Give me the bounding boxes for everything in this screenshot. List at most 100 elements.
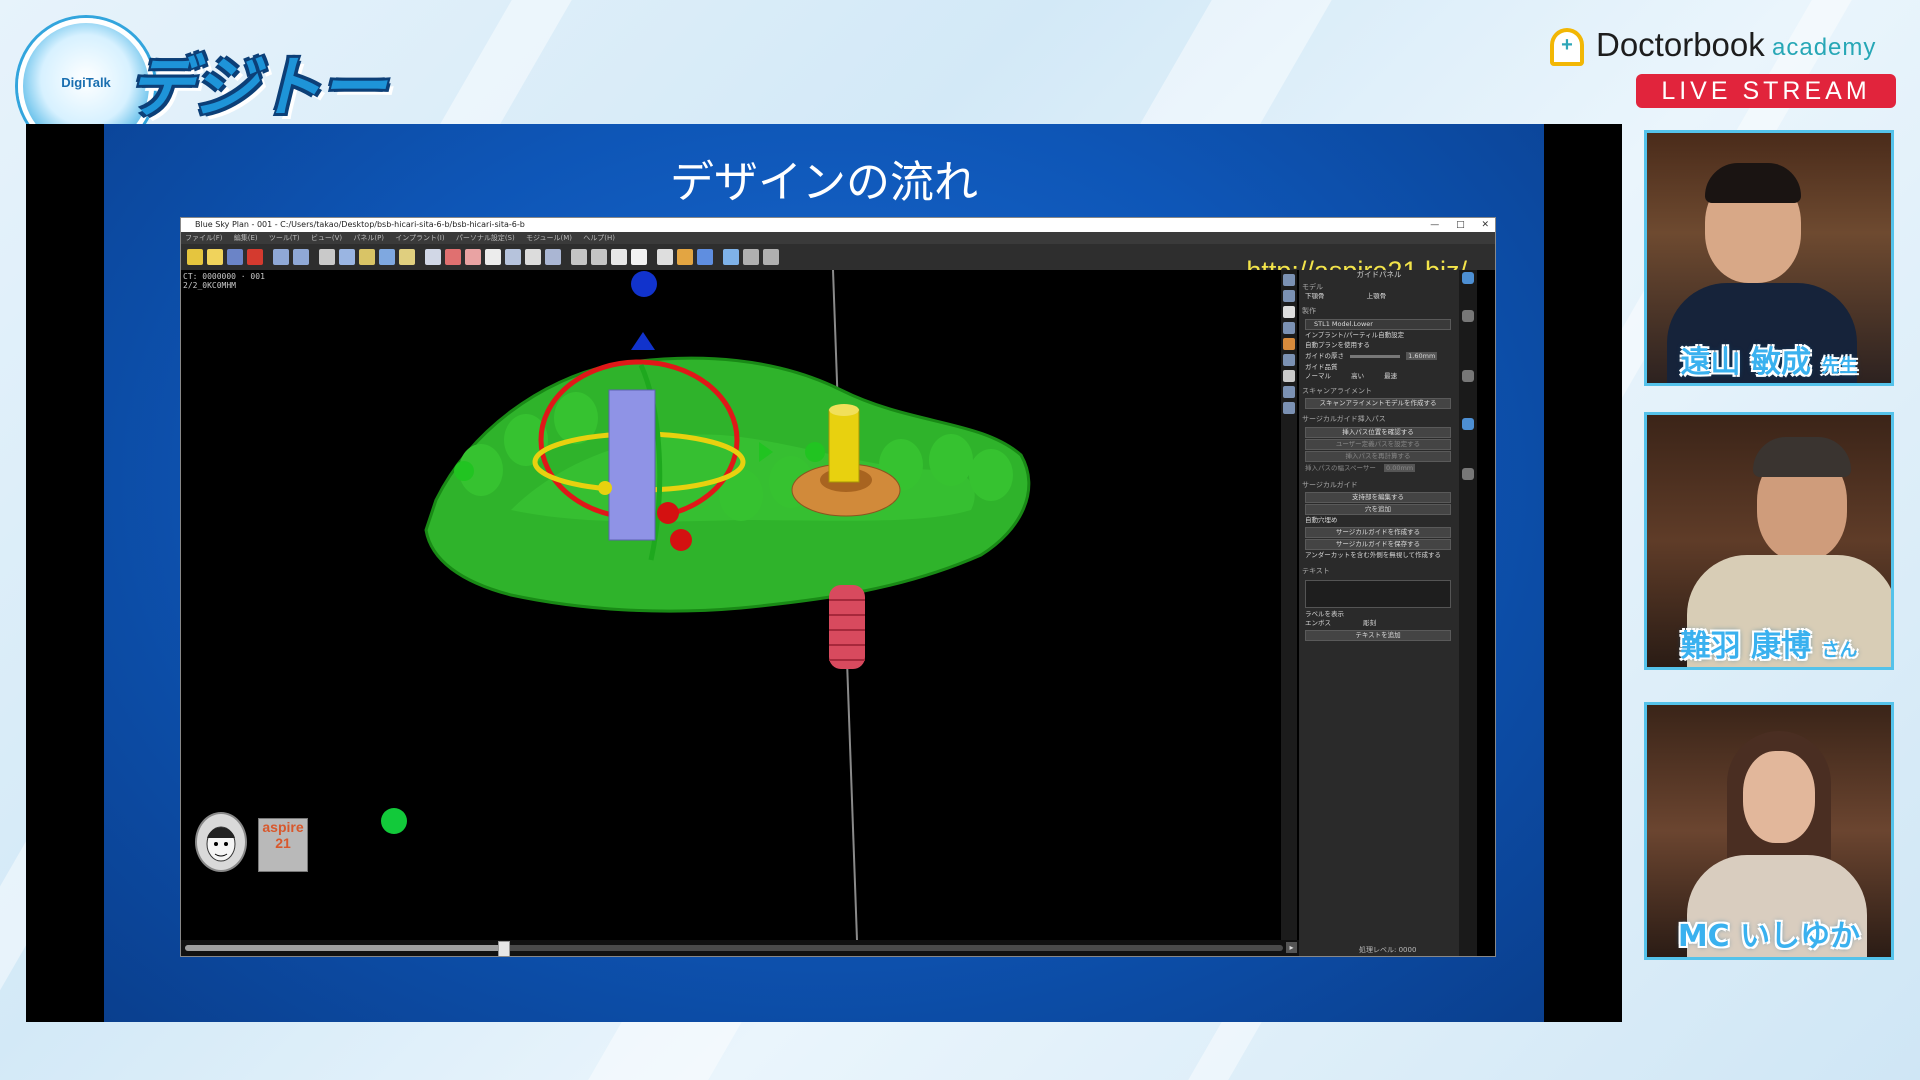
guide-icon[interactable] xyxy=(697,249,713,265)
measure-icon[interactable] xyxy=(723,249,739,265)
menu-help[interactable]: ヘルプ(H) xyxy=(583,234,615,242)
view-front-icon[interactable] xyxy=(1283,322,1295,334)
refresh-icon[interactable] xyxy=(1462,272,1474,284)
radio-engrave[interactable]: 彫刻 xyxy=(1363,619,1376,627)
speaker-camera-1: 遠山 敏成 先生 xyxy=(1644,130,1894,386)
open-folder-icon[interactable] xyxy=(207,249,223,265)
3d-viewport[interactable]: CT: 0000000 · 001 2/2_0KC0MHM aspire 21 xyxy=(181,270,1299,940)
checkbox-undercut[interactable]: アンダーカットを含む外側を無視して作成する xyxy=(1305,551,1451,560)
scroll-progress xyxy=(185,945,504,951)
tooth-icon[interactable] xyxy=(485,249,501,265)
implant-cylinder-top xyxy=(829,404,859,416)
pan-tool-icon[interactable] xyxy=(1283,290,1295,302)
slide-pointer-dot xyxy=(381,808,407,834)
move-arrow-up xyxy=(631,332,655,350)
menu-panel[interactable]: パネル(P) xyxy=(353,234,384,242)
undo-icon[interactable] xyxy=(273,249,289,265)
model-icon[interactable] xyxy=(611,249,627,265)
recalc-path-button[interactable]: 挿入パスを再計算する xyxy=(1305,451,1451,462)
annotate-icon[interactable] xyxy=(1283,370,1295,382)
tab-icon[interactable] xyxy=(1462,468,1474,480)
checkbox-auto-plan[interactable]: 自動プランを使用する xyxy=(1305,341,1451,350)
save-guide-button[interactable]: サージカルガイドを保存する xyxy=(1305,539,1451,550)
thickness-value[interactable]: 1.60mm xyxy=(1406,352,1438,360)
bar-icon[interactable] xyxy=(591,249,607,265)
arch-icon[interactable] xyxy=(425,249,441,265)
user-path-button[interactable]: ユーザー定義パスを設定する xyxy=(1305,439,1451,450)
scan-model-button[interactable]: スキャンアライメントモデルを作成する xyxy=(1305,398,1451,409)
minimize-button[interactable]: — xyxy=(1430,220,1439,230)
crown-icon[interactable] xyxy=(631,249,647,265)
radio-upper[interactable]: 上顎骨 xyxy=(1367,292,1387,300)
menu-personal[interactable]: パーソナル設定(S) xyxy=(456,234,515,242)
save-icon[interactable] xyxy=(227,249,243,265)
line-icon[interactable] xyxy=(743,249,759,265)
arc-icon[interactable] xyxy=(763,249,779,265)
path-spacer-value[interactable]: 0.00mm xyxy=(1384,464,1416,472)
thickness-slider[interactable] xyxy=(1350,354,1401,358)
view-side-icon[interactable] xyxy=(1283,338,1295,350)
quality-fast[interactable]: 最速 xyxy=(1384,372,1397,380)
text-input-area[interactable] xyxy=(1305,580,1451,608)
delete-icon[interactable] xyxy=(247,249,263,265)
checkbox-auto-fill[interactable]: 自動穴埋め xyxy=(1305,516,1451,525)
implant-icon[interactable] xyxy=(505,249,521,265)
dental-model-scene[interactable] xyxy=(181,270,1299,940)
quality-high[interactable]: 高い xyxy=(1351,372,1364,380)
control-point-green xyxy=(454,461,474,481)
guide-tab-icon[interactable] xyxy=(1462,418,1474,430)
menu-tools[interactable]: ツール(T) xyxy=(269,234,300,242)
create-guide-button[interactable]: サージカルガイドを作成する xyxy=(1305,527,1451,538)
ruler-icon[interactable] xyxy=(359,249,375,265)
scan-icon[interactable] xyxy=(677,249,693,265)
scroll-track[interactable] xyxy=(185,941,1283,956)
sleeve-icon[interactable] xyxy=(525,249,541,265)
grid-icon[interactable] xyxy=(319,249,335,265)
tab-icon[interactable] xyxy=(1462,310,1474,322)
menu-file[interactable]: ファイル(F) xyxy=(185,234,223,242)
screenshot-icon[interactable] xyxy=(1283,402,1295,414)
quality-normal[interactable]: ノーマル xyxy=(1305,372,1331,380)
radio-emboss[interactable]: エンボス xyxy=(1305,619,1331,627)
radio-lower[interactable]: 下顎骨 xyxy=(1305,292,1325,300)
pen-icon[interactable] xyxy=(445,249,461,265)
add-hole-button[interactable]: 穴を追加 xyxy=(1305,504,1451,515)
timeline-scrollbar[interactable]: ▸ xyxy=(181,940,1299,956)
insert-path-button[interactable]: 挿入パス位置を確認する xyxy=(1305,427,1451,438)
jaw-icon[interactable] xyxy=(465,249,481,265)
skull-view-icon[interactable] xyxy=(1283,306,1295,318)
new-file-icon[interactable] xyxy=(187,249,203,265)
make-section: 製作 xyxy=(1302,306,1456,316)
scroll-thumb[interactable] xyxy=(498,941,511,956)
surgical-section: サージカルガイド xyxy=(1302,480,1456,490)
menu-module[interactable]: モジュール(M) xyxy=(526,234,572,242)
maximize-button[interactable]: □ xyxy=(1456,220,1465,230)
menu-implant[interactable]: インプラント(I) xyxy=(395,234,444,242)
add-text-button[interactable]: テキストを追加 xyxy=(1305,630,1451,641)
speaker-honorific: さん xyxy=(1821,640,1858,661)
pointer-tool-icon[interactable] xyxy=(1283,274,1295,286)
pin-icon[interactable] xyxy=(657,249,673,265)
edit-support-button[interactable]: 支持部を編集する xyxy=(1305,492,1451,503)
panel-title: ガイドパネル xyxy=(1356,270,1402,279)
checkbox-implant-auto[interactable]: インプラント/パーティル自動設定 xyxy=(1305,331,1451,340)
curve-icon[interactable] xyxy=(399,249,415,265)
status-text: 処理レベル: 0000 xyxy=(1359,946,1417,954)
menu-edit[interactable]: 編集(E) xyxy=(234,234,258,242)
layers-icon[interactable] xyxy=(1283,386,1295,398)
guide-quality-label: ガイド品質 xyxy=(1305,363,1338,371)
vertical-toolstrip xyxy=(1281,270,1297,956)
tab-icon[interactable] xyxy=(1462,370,1474,382)
scroll-right-icon[interactable]: ▸ xyxy=(1286,942,1297,953)
view-top-icon[interactable] xyxy=(1283,354,1295,366)
checkbox-show-label[interactable]: ラベルを表示 xyxy=(1305,610,1451,619)
cylinder-icon[interactable] xyxy=(571,249,587,265)
model-select[interactable]: STL1 Model.Lower xyxy=(1305,319,1451,330)
menu-view[interactable]: ビュー(V) xyxy=(311,234,342,242)
list-icon[interactable] xyxy=(545,249,561,265)
text-section: テキスト xyxy=(1302,566,1456,576)
zoom-icon[interactable] xyxy=(379,249,395,265)
select-icon[interactable] xyxy=(339,249,355,265)
redo-icon[interactable] xyxy=(293,249,309,265)
close-button[interactable]: ✕ xyxy=(1481,220,1489,230)
